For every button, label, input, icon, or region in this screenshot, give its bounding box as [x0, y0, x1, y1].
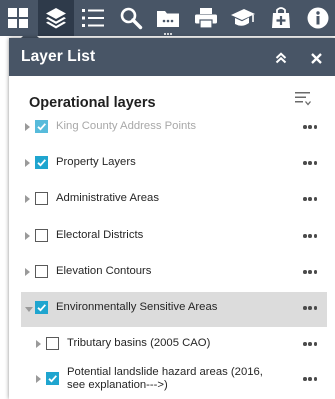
layer-more-options-button[interactable] — [303, 342, 319, 346]
expand-arrow-down-icon[interactable] — [25, 307, 33, 312]
grid-icon — [8, 8, 28, 28]
layers-icon — [45, 8, 66, 29]
widget-toolbar — [0, 0, 335, 36]
layer-visibility-checkbox[interactable] — [35, 265, 48, 278]
layer-visibility-checkbox[interactable] — [35, 156, 48, 169]
legend-list-icon — [82, 9, 104, 27]
layer-label: Property Layers — [56, 156, 136, 168]
layer-label: King County Address Points — [56, 120, 197, 132]
layer-more-options-button[interactable] — [303, 125, 319, 129]
info-icon — [307, 7, 329, 29]
layer-list-panel: Layer List Operational layers King Count… — [9, 38, 335, 399]
tool-folder[interactable] — [150, 0, 186, 36]
checkmark-icon — [48, 375, 57, 383]
layer-more-options-button[interactable] — [303, 234, 319, 238]
layer-visibility-checkbox[interactable] — [46, 337, 59, 350]
tool-info[interactable] — [300, 0, 335, 36]
expand-arrow-right-icon[interactable] — [36, 375, 41, 383]
layer-visibility-checkbox[interactable] — [35, 192, 48, 205]
layer-visibility-checkbox[interactable] — [35, 301, 48, 314]
tool-add-data[interactable] — [263, 0, 299, 36]
layer-label: Electoral Districts — [56, 229, 144, 241]
layer-label: Administrative Areas — [56, 192, 159, 204]
checkmark-icon — [37, 159, 46, 167]
layer-more-options-button[interactable] — [303, 270, 319, 274]
expand-arrow-right-icon[interactable] — [25, 159, 30, 167]
layer-label: Potential landslide hazard areas (2016, … — [67, 366, 263, 391]
sort-list-icon — [295, 92, 311, 106]
layer-label: Tributary basins (2005 CAO) — [67, 337, 211, 349]
layer-row[interactable]: King County Address Points — [21, 111, 327, 146]
panel-header: Layer List — [9, 38, 335, 76]
tool-layer-list[interactable] — [37, 0, 74, 36]
subheader-title: Operational layers — [29, 95, 156, 111]
expand-arrow-right-icon[interactable] — [36, 340, 41, 348]
print-icon — [194, 8, 217, 29]
graduation-cap-icon — [231, 9, 255, 26]
tool-legend[interactable] — [75, 0, 111, 36]
search-icon — [120, 7, 142, 30]
operational-layers-header: Operational layers — [9, 76, 335, 116]
layer-row[interactable]: Environmentally Sensitive Areas — [21, 292, 327, 327]
layer-more-options-button[interactable] — [303, 161, 319, 165]
tool-print[interactable] — [188, 0, 224, 36]
checkmark-icon — [37, 304, 46, 312]
layer-more-options-button[interactable] — [303, 197, 319, 201]
expand-arrow-right-icon[interactable] — [25, 232, 30, 240]
more-tools-indicator — [164, 33, 172, 35]
expand-arrow-right-icon[interactable] — [25, 268, 30, 276]
layer-visibility-checkbox[interactable] — [35, 120, 48, 133]
layer-row[interactable]: Electoral Districts — [21, 220, 327, 255]
layer-label: Elevation Contours — [56, 265, 152, 277]
layer-options-button[interactable] — [295, 91, 312, 111]
layer-row[interactable]: Tributary basins (2005 CAO) — [21, 328, 327, 363]
layer-row[interactable]: Administrative Areas — [21, 183, 327, 218]
expand-arrow-right-icon[interactable] — [25, 123, 30, 131]
layer-more-options-button[interactable] — [303, 306, 319, 310]
tool-education[interactable] — [225, 0, 261, 36]
collapse-button[interactable] — [273, 50, 289, 66]
folder-icon — [157, 11, 179, 27]
panel-title: Layer List — [21, 48, 96, 65]
layer-label: Environmentally Sensitive Areas — [56, 301, 218, 313]
close-button[interactable] — [308, 50, 324, 66]
tool-search[interactable] — [113, 0, 149, 36]
expand-arrow-right-icon[interactable] — [25, 195, 30, 203]
double-chevron-up-icon — [275, 52, 287, 64]
layer-row[interactable]: Potential landslide hazard areas (2016, … — [21, 363, 327, 398]
layer-row[interactable]: Property Layers — [21, 147, 327, 182]
bag-add-icon — [271, 7, 290, 28]
layer-more-options-button[interactable] — [303, 377, 319, 381]
active-tool-pointer — [21, 29, 39, 38]
close-icon — [310, 52, 322, 64]
checkmark-icon — [37, 123, 46, 131]
layer-visibility-checkbox[interactable] — [46, 372, 59, 385]
layer-visibility-checkbox[interactable] — [35, 229, 48, 242]
layer-row[interactable]: Elevation Contours — [21, 256, 327, 291]
